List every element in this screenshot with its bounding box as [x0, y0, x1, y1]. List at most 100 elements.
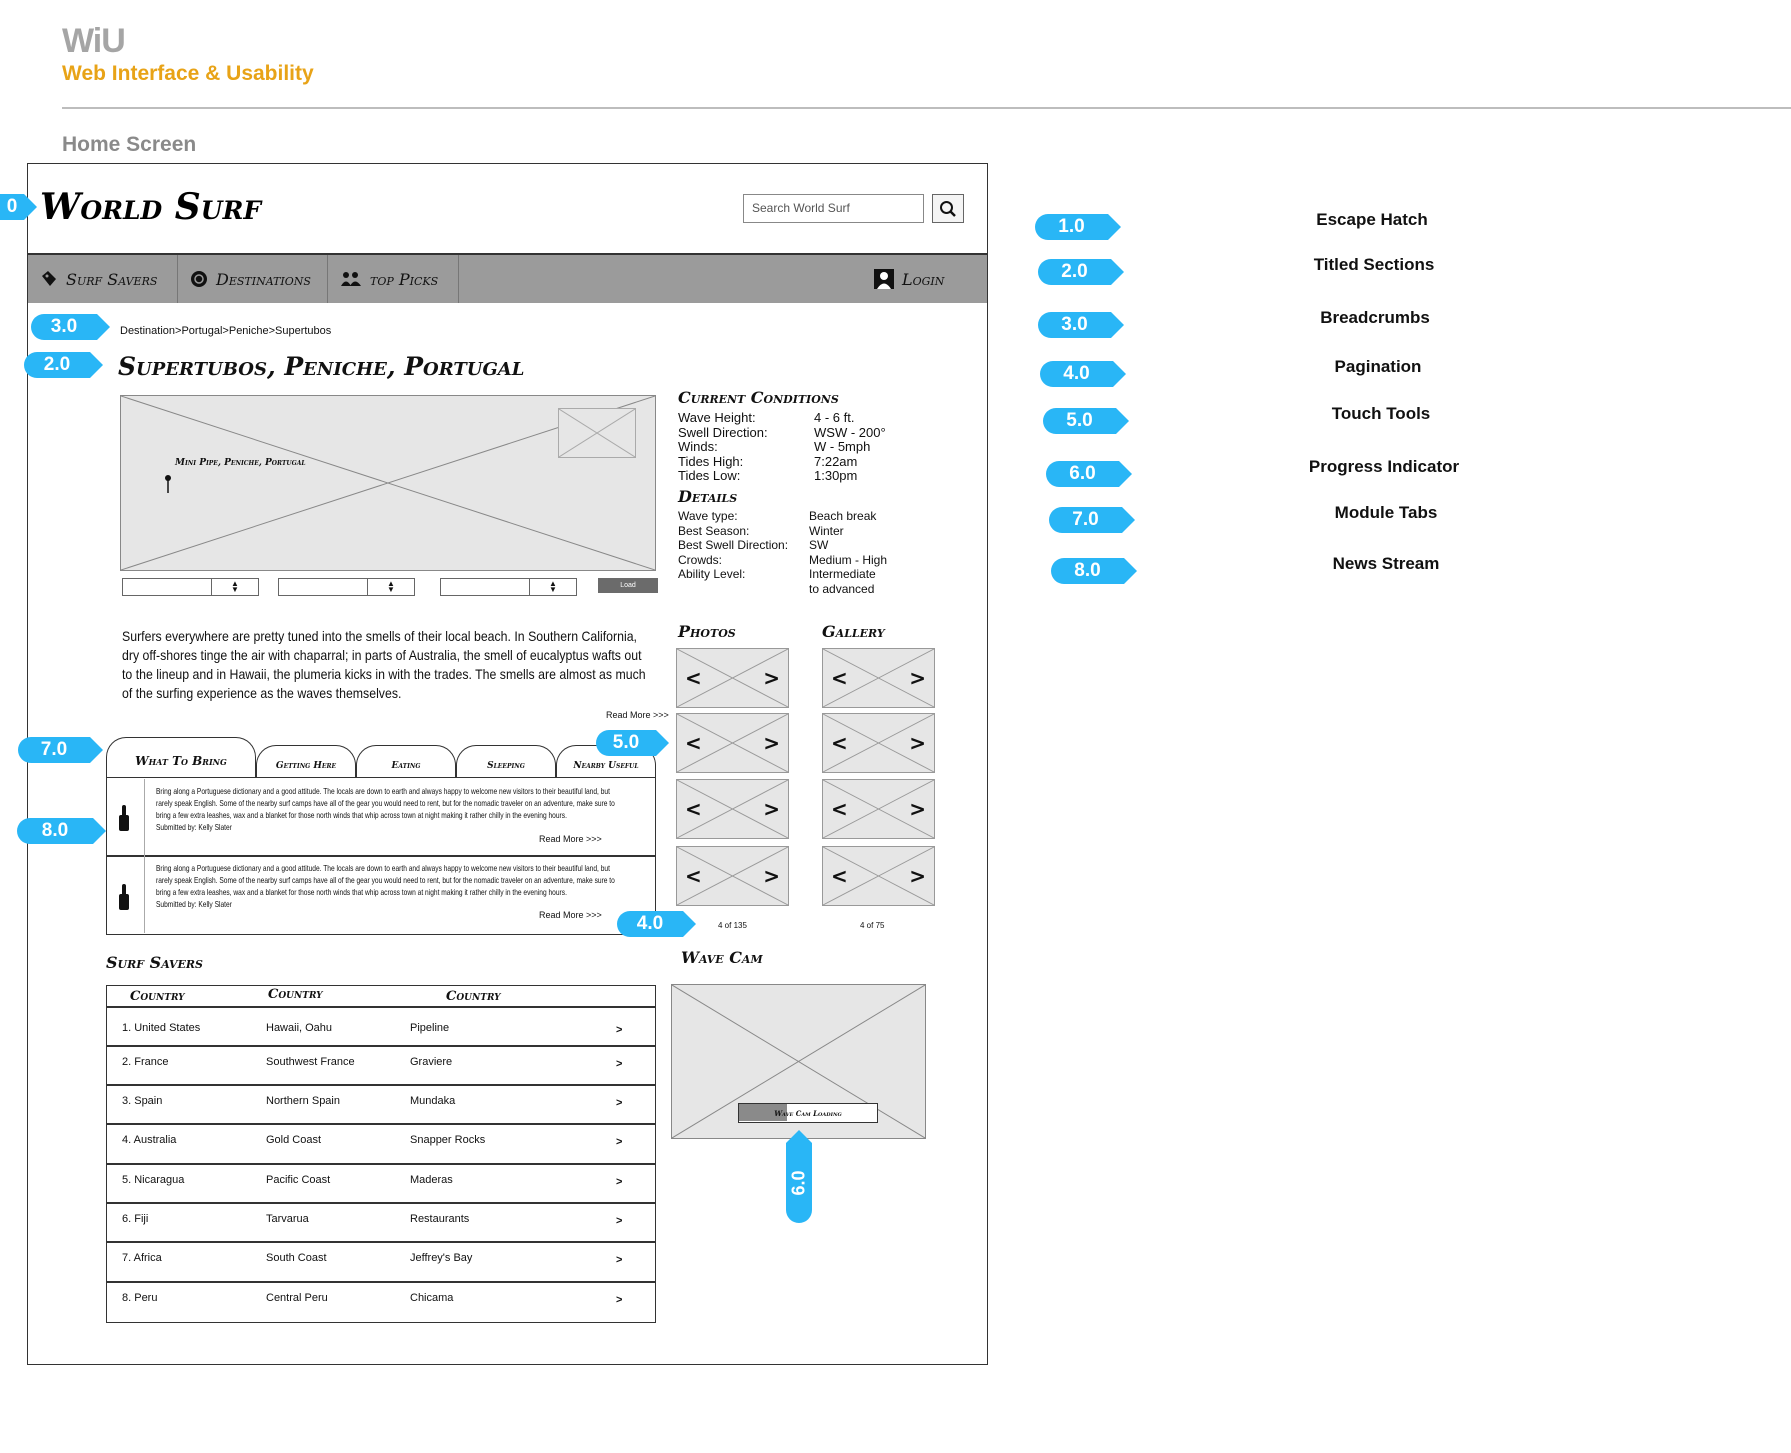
stepper-icon: ▲ ▼	[367, 579, 414, 595]
chevron-left-icon[interactable]: <	[685, 797, 702, 821]
table-cell: 3. Spain	[122, 1095, 163, 1107]
user-icon	[874, 269, 894, 289]
chevron-right-icon[interactable]: >	[763, 864, 780, 888]
chevron-left-icon[interactable]: <	[831, 731, 848, 755]
brand-logo: WiU	[62, 22, 126, 60]
gallery-thumbnail[interactable]: < >	[822, 648, 935, 708]
tab-sleeping[interactable]: Sleeping	[456, 745, 556, 777]
conditions-values: 4 - 6 ft. WSW - 200° W - 5mph 7:22am 1:3…	[814, 410, 886, 484]
map-inset	[558, 408, 636, 458]
details-title: Details	[678, 487, 738, 506]
nav-login[interactable]: Login	[862, 255, 967, 303]
chevron-right-icon[interactable]: >	[763, 797, 780, 821]
stepper-icon: ▲ ▼	[211, 579, 258, 595]
row-arrow-icon[interactable]: >	[616, 1024, 622, 1036]
row-arrow-icon[interactable]: >	[616, 1058, 622, 1070]
chevron-left-icon[interactable]: <	[831, 666, 848, 690]
intro-read-more-link[interactable]: Read More >>>	[606, 710, 669, 720]
tab-what-to-bring[interactable]: What To Bring	[106, 737, 256, 777]
chevron-right-icon[interactable]: >	[909, 666, 926, 690]
callout-module-tabs: 7.0	[18, 737, 103, 763]
table-cell: Restaurants	[410, 1213, 470, 1225]
globe-icon	[191, 271, 207, 287]
table-cell: Gold Coast	[266, 1134, 322, 1146]
chevron-left-icon[interactable]: <	[685, 731, 702, 755]
table-row-divider	[106, 1084, 656, 1086]
map-select-2[interactable]: ▲ ▼	[278, 578, 415, 596]
chevron-right-icon[interactable]: >	[909, 731, 926, 755]
table-row-divider	[106, 1281, 656, 1283]
header-divider	[62, 107, 1791, 109]
thumbs-up-icon[interactable]	[117, 884, 131, 910]
news-item-text: Bring along a Portuguese dictionary and …	[156, 786, 615, 832]
nav-destinations[interactable]: Destinations	[178, 255, 328, 303]
map-select-1[interactable]: ▲ ▼	[122, 578, 259, 596]
callout-escape-hatch: 0	[0, 194, 37, 220]
chevron-left-icon[interactable]: <	[685, 864, 702, 888]
search-button[interactable]	[932, 194, 964, 223]
intro-paragraph: Surfers everywhere are pretty tuned into…	[122, 628, 646, 701]
chevron-right-icon[interactable]: >	[909, 797, 926, 821]
news-item-text: Bring along a Portuguese dictionary and …	[156, 863, 615, 909]
tab-getting-here[interactable]: Getting Here	[256, 745, 356, 777]
row-arrow-icon[interactable]: >	[616, 1294, 622, 1306]
load-button[interactable]: Load	[598, 578, 658, 593]
chevron-left-icon[interactable]: <	[831, 864, 848, 888]
news-read-more-link[interactable]: Read More >>>	[539, 834, 602, 844]
gallery-thumbnail[interactable]: < >	[822, 779, 935, 839]
nav-label: top Picks	[370, 269, 439, 289]
column-header: Country	[268, 987, 323, 1002]
table-row-divider	[106, 1241, 656, 1243]
table-cell: 2. France	[122, 1056, 169, 1068]
table-cell: Tarvarua	[266, 1213, 309, 1225]
wave-cam-title: Wave Cam	[681, 948, 763, 967]
map-pin-icon[interactable]	[165, 475, 171, 493]
table-cell: Southwest France	[266, 1056, 355, 1068]
legend-tag: 2.0	[1038, 259, 1124, 285]
tag-icon	[42, 271, 56, 286]
tab-eating[interactable]: Eating	[356, 745, 456, 777]
legend-tag: 7.0	[1049, 507, 1135, 533]
legend-label: Progress Indicator	[1308, 457, 1460, 476]
photo-thumbnail[interactable]: < >	[676, 846, 789, 906]
callout-progress: 6.0	[786, 1130, 812, 1223]
chevron-right-icon[interactable]: >	[909, 864, 926, 888]
gallery-thumbnail[interactable]: < >	[822, 846, 935, 906]
map-select-3[interactable]: ▲ ▼	[440, 578, 577, 596]
brand-subtitle: Web Interface & Usability	[62, 62, 314, 85]
chevron-left-icon[interactable]: <	[685, 666, 702, 690]
table-cell: Pacific Coast	[266, 1174, 331, 1186]
legend-tag: 1.0	[1035, 214, 1121, 240]
photo-thumbnail[interactable]: < >	[676, 779, 789, 839]
row-arrow-icon[interactable]: >	[616, 1097, 622, 1109]
photo-thumbnail[interactable]: < >	[676, 648, 789, 708]
stepper-icon: ▲ ▼	[529, 579, 576, 595]
search-input[interactable]: Search World Surf	[743, 194, 924, 223]
column-header: Country	[130, 989, 185, 1004]
legend-tag: 6.0	[1046, 461, 1132, 487]
chevron-left-icon[interactable]: <	[831, 797, 848, 821]
chevron-right-icon[interactable]: >	[763, 731, 780, 755]
map-label: Mini Pipe, Peniche, Portugal	[175, 458, 306, 468]
site-logo[interactable]: World Surf	[40, 186, 261, 228]
table-cell: 8. Peru	[122, 1292, 158, 1304]
surf-savers-table	[106, 985, 656, 1323]
row-arrow-icon[interactable]: >	[616, 1254, 622, 1266]
row-arrow-icon[interactable]: >	[616, 1176, 622, 1188]
gallery-title: Gallery	[822, 622, 885, 641]
news-read-more-link[interactable]: Read More >>>	[539, 910, 602, 920]
conditions-labels: Wave Height: Swell Direction: Winds: Tid…	[678, 410, 768, 484]
surf-savers-title: Surf Savers	[106, 953, 203, 972]
chevron-right-icon[interactable]: >	[763, 666, 780, 690]
photo-thumbnail[interactable]: < >	[676, 713, 789, 773]
thumbs-up-icon[interactable]	[117, 805, 131, 831]
row-arrow-icon[interactable]: >	[616, 1136, 622, 1148]
table-row-divider	[106, 1006, 656, 1008]
table-cell: Northern Spain	[266, 1095, 340, 1107]
row-arrow-icon[interactable]: >	[616, 1215, 622, 1227]
nav-top-picks[interactable]: top Picks	[328, 255, 459, 303]
legend-tag: 3.0	[1038, 312, 1124, 338]
breadcrumb[interactable]: Destination>Portugal>Peniche>Supertubos	[120, 325, 331, 337]
nav-surf-savers[interactable]: Surf Savers	[28, 255, 178, 303]
gallery-thumbnail[interactable]: < >	[822, 713, 935, 773]
